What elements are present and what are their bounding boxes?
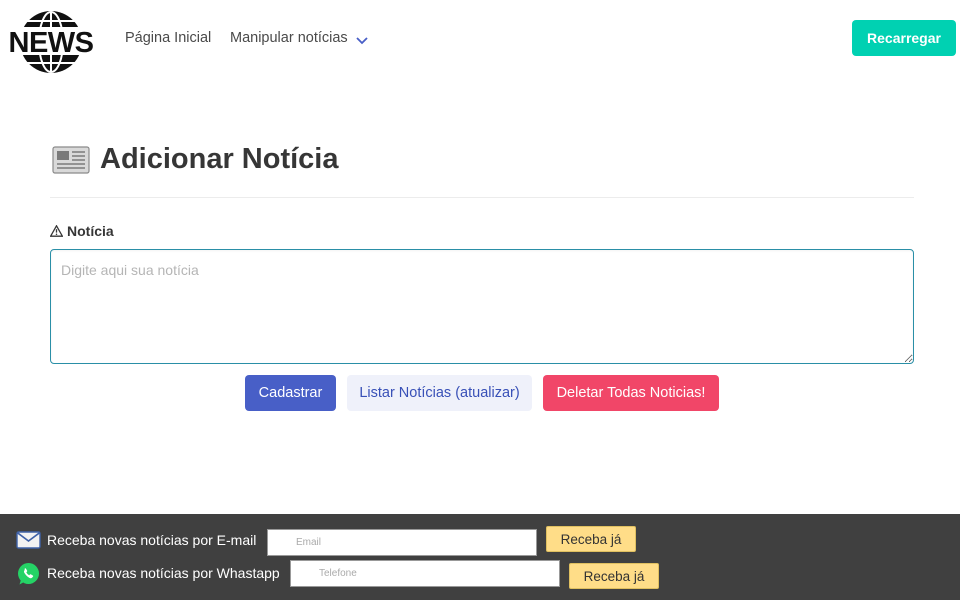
delete-all-news-button[interactable]: Deletar Todas Noticias!	[543, 375, 719, 411]
whatsapp-subscribe-button[interactable]: Receba já	[569, 563, 659, 589]
nav-manage-dropdown[interactable]: Manipular notícias	[230, 30, 348, 46]
divider	[50, 197, 914, 198]
email-subscribe-text: Receba novas notícias por E-mail	[47, 532, 257, 548]
logo-text: NEWS	[9, 27, 94, 59]
news-field-label: Notícia	[49, 223, 114, 239]
email-subscribe-row: Receba novas notícias por E-mail Receba …	[0, 525, 960, 556]
nav-home-link[interactable]: Página Inicial	[125, 30, 211, 46]
list-news-button[interactable]: Listar Notícias (atualizar)	[347, 375, 532, 411]
chevron-down-icon[interactable]	[355, 33, 369, 45]
news-field-label-text: Notícia	[67, 223, 114, 239]
navbar: NEWS Página Inicial Manipular notícias R…	[0, 0, 960, 78]
email-input[interactable]	[267, 529, 537, 556]
news-textarea[interactable]	[50, 249, 914, 364]
subscription-footer: Receba novas notícias por E-mail Receba …	[0, 514, 960, 600]
mail-icon	[16, 529, 41, 551]
phone-input[interactable]	[290, 560, 560, 587]
newspaper-icon	[52, 145, 90, 175]
whatsapp-subscribe-row: Receba novas notícias por Whastapp Receb…	[0, 558, 960, 589]
email-subscribe-button[interactable]: Receba já	[546, 526, 636, 552]
submit-news-button[interactable]: Cadastrar	[245, 375, 336, 411]
whatsapp-icon	[16, 562, 41, 585]
warning-icon	[49, 224, 64, 237]
whatsapp-subscribe-text: Receba novas notícias por Whastapp	[47, 565, 280, 581]
reload-button[interactable]: Recarregar	[852, 20, 956, 56]
news-logo[interactable]: NEWS	[4, 9, 98, 75]
page-title: Adicionar Notícia	[100, 143, 339, 175]
